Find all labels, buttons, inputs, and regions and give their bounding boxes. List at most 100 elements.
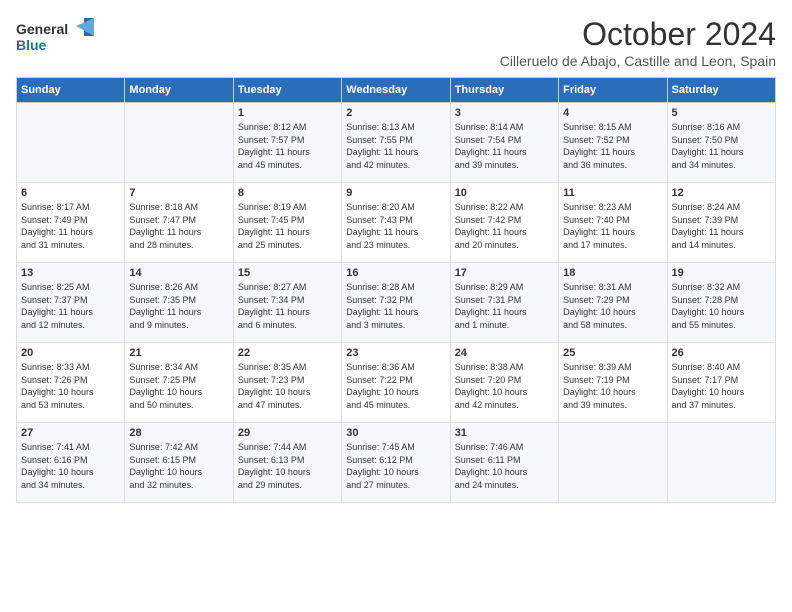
- day-number: 5: [672, 107, 771, 119]
- day-info: Sunrise: 8:33 AM Sunset: 7:26 PM Dayligh…: [21, 361, 120, 411]
- day-number: 27: [21, 427, 120, 439]
- calendar-cell: 3 Sunrise: 8:14 AM Sunset: 7:54 PM Daylig…: [450, 103, 558, 183]
- page-header: General Blue October 2024 Cilleruelo de …: [16, 16, 776, 69]
- day-info: Sunrise: 8:29 AM Sunset: 7:31 PM Dayligh…: [455, 281, 554, 331]
- day-info: Sunrise: 8:20 AM Sunset: 7:43 PM Dayligh…: [346, 201, 445, 251]
- calendar-cell: 18Sunrise: 8:31 AM Sunset: 7:29 PM Dayli…: [559, 263, 667, 343]
- day-number: 19: [672, 267, 771, 279]
- location-title: Cilleruelo de Abajo, Castille and Leon, …: [500, 53, 776, 69]
- calendar-cell: 30 Sunrise: 7:45 AM Sunset: 6:12 PM Dayli…: [342, 423, 450, 503]
- day-number: 25: [563, 347, 662, 359]
- header-cell-monday: Monday: [125, 78, 233, 103]
- day-number: 31: [455, 427, 554, 439]
- calendar-cell: 11 Sunrise: 8:23 AM Sunset: 7:40 PM Dayli…: [559, 183, 667, 263]
- day-info: Sunrise: 8:39 AM Sunset: 7:19 PM Dayligh…: [563, 361, 662, 411]
- header-cell-wednesday: Wednesday: [342, 78, 450, 103]
- day-info: Sunrise: 8:27 AM Sunset: 7:34 PM Dayligh…: [238, 281, 337, 331]
- day-number: 7: [129, 187, 228, 199]
- day-number: 10: [455, 187, 554, 199]
- day-info: Sunrise: 8:34 AM Sunset: 7:25 PM Dayligh…: [129, 361, 228, 411]
- header-cell-thursday: Thursday: [450, 78, 558, 103]
- calendar-cell: 29 Sunrise: 7:44 AM Sunset: 6:13 PM Dayli…: [233, 423, 341, 503]
- calendar-cell: 4Sunrise: 8:15 AM Sunset: 7:52 PM Daylig…: [559, 103, 667, 183]
- day-number: 11: [563, 187, 662, 199]
- calendar-cell: 28 Sunrise: 7:42 AM Sunset: 6:15 PM Dayli…: [125, 423, 233, 503]
- week-row-5: 27 Sunrise: 7:41 AM Sunset: 6:16 PM Dayli…: [17, 423, 776, 503]
- day-number: 1: [238, 107, 337, 119]
- day-info: Sunrise: 7:45 AM Sunset: 6:12 PM Dayligh…: [346, 441, 445, 491]
- day-number: 22: [238, 347, 337, 359]
- calendar-cell: 10 Sunrise: 8:22 AM Sunset: 7:42 PM Dayli…: [450, 183, 558, 263]
- week-row-4: 20Sunrise: 8:33 AM Sunset: 7:26 PM Dayli…: [17, 343, 776, 423]
- day-number: 23: [346, 347, 445, 359]
- logo-svg: General Blue: [16, 16, 96, 54]
- day-info: Sunrise: 8:24 AM Sunset: 7:39 PM Dayligh…: [672, 201, 771, 251]
- month-title: October 2024: [500, 16, 776, 53]
- header-cell-sunday: Sunday: [17, 78, 125, 103]
- day-number: 26: [672, 347, 771, 359]
- day-info: Sunrise: 8:13 AM Sunset: 7:55 PM Dayligh…: [346, 121, 445, 171]
- calendar-cell: 24 Sunrise: 8:38 AM Sunset: 7:20 PM Dayli…: [450, 343, 558, 423]
- calendar-cell: 1Sunrise: 8:12 AM Sunset: 7:57 PM Daylig…: [233, 103, 341, 183]
- calendar-cell: 20Sunrise: 8:33 AM Sunset: 7:26 PM Dayli…: [17, 343, 125, 423]
- calendar-cell: 17Sunrise: 8:29 AM Sunset: 7:31 PM Dayli…: [450, 263, 558, 343]
- calendar-cell: 27 Sunrise: 7:41 AM Sunset: 6:16 PM Dayli…: [17, 423, 125, 503]
- calendar-cell: 13 Sunrise: 8:25 AM Sunset: 7:37 PM Dayli…: [17, 263, 125, 343]
- header-cell-saturday: Saturday: [667, 78, 775, 103]
- day-number: 18: [563, 267, 662, 279]
- day-info: Sunrise: 8:28 AM Sunset: 7:32 PM Dayligh…: [346, 281, 445, 331]
- calendar-cell: 26 Sunrise: 8:40 AM Sunset: 7:17 PM Dayli…: [667, 343, 775, 423]
- day-number: 21: [129, 347, 228, 359]
- day-number: 30: [346, 427, 445, 439]
- day-number: 14: [129, 267, 228, 279]
- calendar-cell: 14 Sunrise: 8:26 AM Sunset: 7:35 PM Dayli…: [125, 263, 233, 343]
- day-number: 6: [21, 187, 120, 199]
- day-info: Sunrise: 7:41 AM Sunset: 6:16 PM Dayligh…: [21, 441, 120, 491]
- day-info: Sunrise: 7:42 AM Sunset: 6:15 PM Dayligh…: [129, 441, 228, 491]
- calendar-cell: 15 Sunrise: 8:27 AM Sunset: 7:34 PM Dayli…: [233, 263, 341, 343]
- day-info: Sunrise: 8:26 AM Sunset: 7:35 PM Dayligh…: [129, 281, 228, 331]
- calendar-table: SundayMondayTuesdayWednesdayThursdayFrid…: [16, 77, 776, 503]
- day-number: 29: [238, 427, 337, 439]
- day-info: Sunrise: 8:22 AM Sunset: 7:42 PM Dayligh…: [455, 201, 554, 251]
- calendar-cell: 6 Sunrise: 8:17 AM Sunset: 7:49 PM Daylig…: [17, 183, 125, 263]
- calendar-cell: 12Sunrise: 8:24 AM Sunset: 7:39 PM Dayli…: [667, 183, 775, 263]
- calendar-cell: 16Sunrise: 8:28 AM Sunset: 7:32 PM Dayli…: [342, 263, 450, 343]
- calendar-cell: [17, 103, 125, 183]
- calendar-cell: 31Sunrise: 7:46 AM Sunset: 6:11 PM Dayli…: [450, 423, 558, 503]
- day-info: Sunrise: 8:14 AM Sunset: 7:54 PM Dayligh…: [455, 121, 554, 171]
- calendar-cell: [125, 103, 233, 183]
- header-cell-tuesday: Tuesday: [233, 78, 341, 103]
- day-info: Sunrise: 8:18 AM Sunset: 7:47 PM Dayligh…: [129, 201, 228, 251]
- calendar-cell: 7 Sunrise: 8:18 AM Sunset: 7:47 PM Daylig…: [125, 183, 233, 263]
- day-info: Sunrise: 8:16 AM Sunset: 7:50 PM Dayligh…: [672, 121, 771, 171]
- day-number: 24: [455, 347, 554, 359]
- day-number: 2: [346, 107, 445, 119]
- title-block: October 2024 Cilleruelo de Abajo, Castil…: [500, 16, 776, 69]
- day-number: 13: [21, 267, 120, 279]
- day-info: Sunrise: 8:25 AM Sunset: 7:37 PM Dayligh…: [21, 281, 120, 331]
- week-row-2: 6 Sunrise: 8:17 AM Sunset: 7:49 PM Daylig…: [17, 183, 776, 263]
- day-number: 9: [346, 187, 445, 199]
- week-row-3: 13 Sunrise: 8:25 AM Sunset: 7:37 PM Dayli…: [17, 263, 776, 343]
- day-info: Sunrise: 8:19 AM Sunset: 7:45 PM Dayligh…: [238, 201, 337, 251]
- header-row: SundayMondayTuesdayWednesdayThursdayFrid…: [17, 78, 776, 103]
- day-number: 3: [455, 107, 554, 119]
- day-number: 28: [129, 427, 228, 439]
- day-info: Sunrise: 8:17 AM Sunset: 7:49 PM Dayligh…: [21, 201, 120, 251]
- calendar-cell: 5 Sunrise: 8:16 AM Sunset: 7:50 PM Daylig…: [667, 103, 775, 183]
- logo: General Blue: [16, 16, 96, 54]
- day-number: 15: [238, 267, 337, 279]
- day-info: Sunrise: 8:23 AM Sunset: 7:40 PM Dayligh…: [563, 201, 662, 251]
- svg-text:Blue: Blue: [16, 37, 47, 53]
- day-info: Sunrise: 7:44 AM Sunset: 6:13 PM Dayligh…: [238, 441, 337, 491]
- svg-text:General: General: [16, 21, 68, 37]
- calendar-cell: 23 Sunrise: 8:36 AM Sunset: 7:22 PM Dayli…: [342, 343, 450, 423]
- calendar-cell: [559, 423, 667, 503]
- day-info: Sunrise: 8:40 AM Sunset: 7:17 PM Dayligh…: [672, 361, 771, 411]
- day-info: Sunrise: 8:38 AM Sunset: 7:20 PM Dayligh…: [455, 361, 554, 411]
- day-info: Sunrise: 8:15 AM Sunset: 7:52 PM Dayligh…: [563, 121, 662, 171]
- day-info: Sunrise: 8:36 AM Sunset: 7:22 PM Dayligh…: [346, 361, 445, 411]
- calendar-cell: 21 Sunrise: 8:34 AM Sunset: 7:25 PM Dayli…: [125, 343, 233, 423]
- calendar-cell: 19Sunrise: 8:32 AM Sunset: 7:28 PM Dayli…: [667, 263, 775, 343]
